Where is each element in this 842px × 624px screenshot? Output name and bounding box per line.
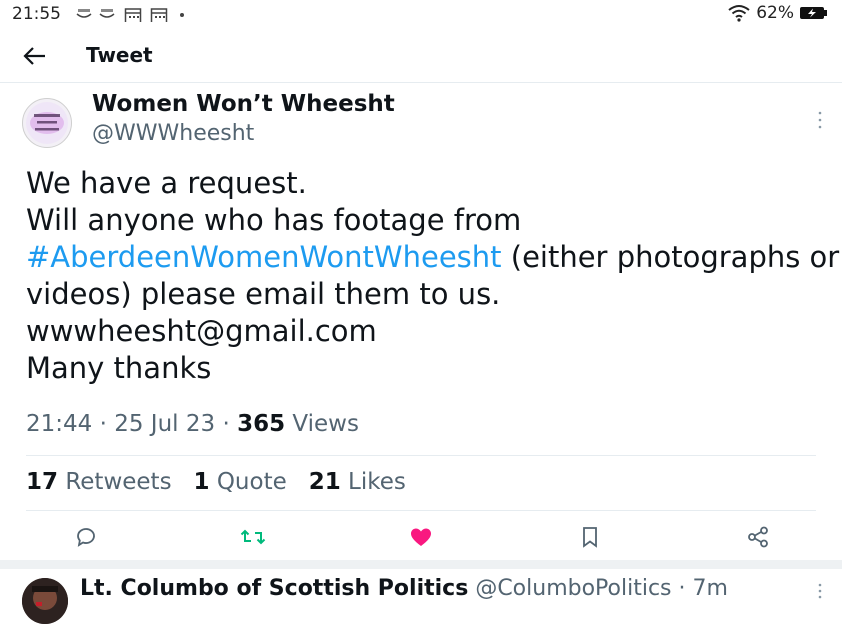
reply-separator: · [671,576,693,601]
reply-avatar-image [22,578,68,624]
section-separator [0,560,842,569]
calendar-icon [124,8,142,22]
wifi-icon [728,5,750,22]
retweets-stat[interactable]: 17 Retweets [26,469,172,495]
tweet-line: videos) please email them to us. [26,277,501,311]
tweet-meta: 21:44 · 25 Jul 23 · 365 Views [26,411,359,437]
hashtag-link[interactable]: #AberdeenWomenWontWheesht [26,240,502,274]
reply-time: 7m [692,576,728,601]
quotes-label: Quote [216,469,287,495]
share-icon [748,526,768,548]
views-label: Views [292,411,359,437]
engagement-stats: 17 Retweets 1 Quote 21 Likes [26,469,406,495]
battery-percent: 62% [756,3,794,23]
quotes-stat[interactable]: 1 Quote [194,469,287,495]
bookmark-button[interactable] [575,522,605,552]
tweet-text: We have a request. Will anyone who has f… [26,165,839,387]
reply-author-name[interactable]: Lt. Columbo of Scottish Politics [80,576,468,601]
views-count: 365 [237,411,286,437]
avatar[interactable] [22,98,72,148]
tweet-line-text: (either photographs or [501,240,840,274]
bookmark-icon [583,527,597,548]
tweet-time: 21:44 [26,411,93,437]
avatar-image [26,102,68,144]
quotes-count: 1 [193,469,210,495]
tweet-line: We have a request. [26,166,307,200]
battery-icon [800,7,827,19]
calendar-icon [150,8,168,22]
status-bar: 21:55 62% [0,0,842,30]
like-icon [411,528,431,546]
tweet-line: Many thanks [26,351,212,385]
reply-avatar[interactable] [22,578,68,624]
tweet-line: #AberdeenWomenWontWheesht (either photog… [26,239,839,276]
retweet-icon [240,529,266,545]
photos-icon [76,9,92,18]
tweet-line: Will anyone who has footage from [26,203,522,237]
more-options-icon[interactable] [814,108,826,132]
top-bar: Tweet [0,30,842,83]
reply-header: Lt. Columbo of Scottish Politics @Columb… [80,576,728,601]
retweet-button[interactable] [238,522,268,552]
divider [26,510,816,511]
retweets-count: 17 [26,469,59,495]
status-time: 21:55 [12,4,61,24]
tweet-date: 25 Jul 23 [114,411,216,437]
action-bar [0,522,842,554]
likes-stat[interactable]: 21 Likes [309,469,406,495]
author-handle[interactable]: @WWWheesht [92,121,254,146]
dot-icon [180,13,184,17]
email-text: wwwheesht@gmail.com [26,314,377,348]
reply-more-options-icon[interactable] [814,581,826,601]
share-button[interactable] [743,522,773,552]
reply-icon [77,528,95,547]
reply-button[interactable] [71,522,101,552]
author-name[interactable]: Women Won’t Wheesht [92,91,395,117]
divider [26,455,816,456]
page-title: Tweet [86,43,153,67]
back-arrow-icon[interactable] [20,42,50,70]
like-button[interactable] [406,522,436,552]
likes-label: Likes [348,469,406,495]
reply-handle[interactable]: @ColumboPolitics [475,576,671,601]
retweets-label: Retweets [65,469,172,495]
photos-icon [99,9,115,18]
likes-count: 21 [308,469,341,495]
